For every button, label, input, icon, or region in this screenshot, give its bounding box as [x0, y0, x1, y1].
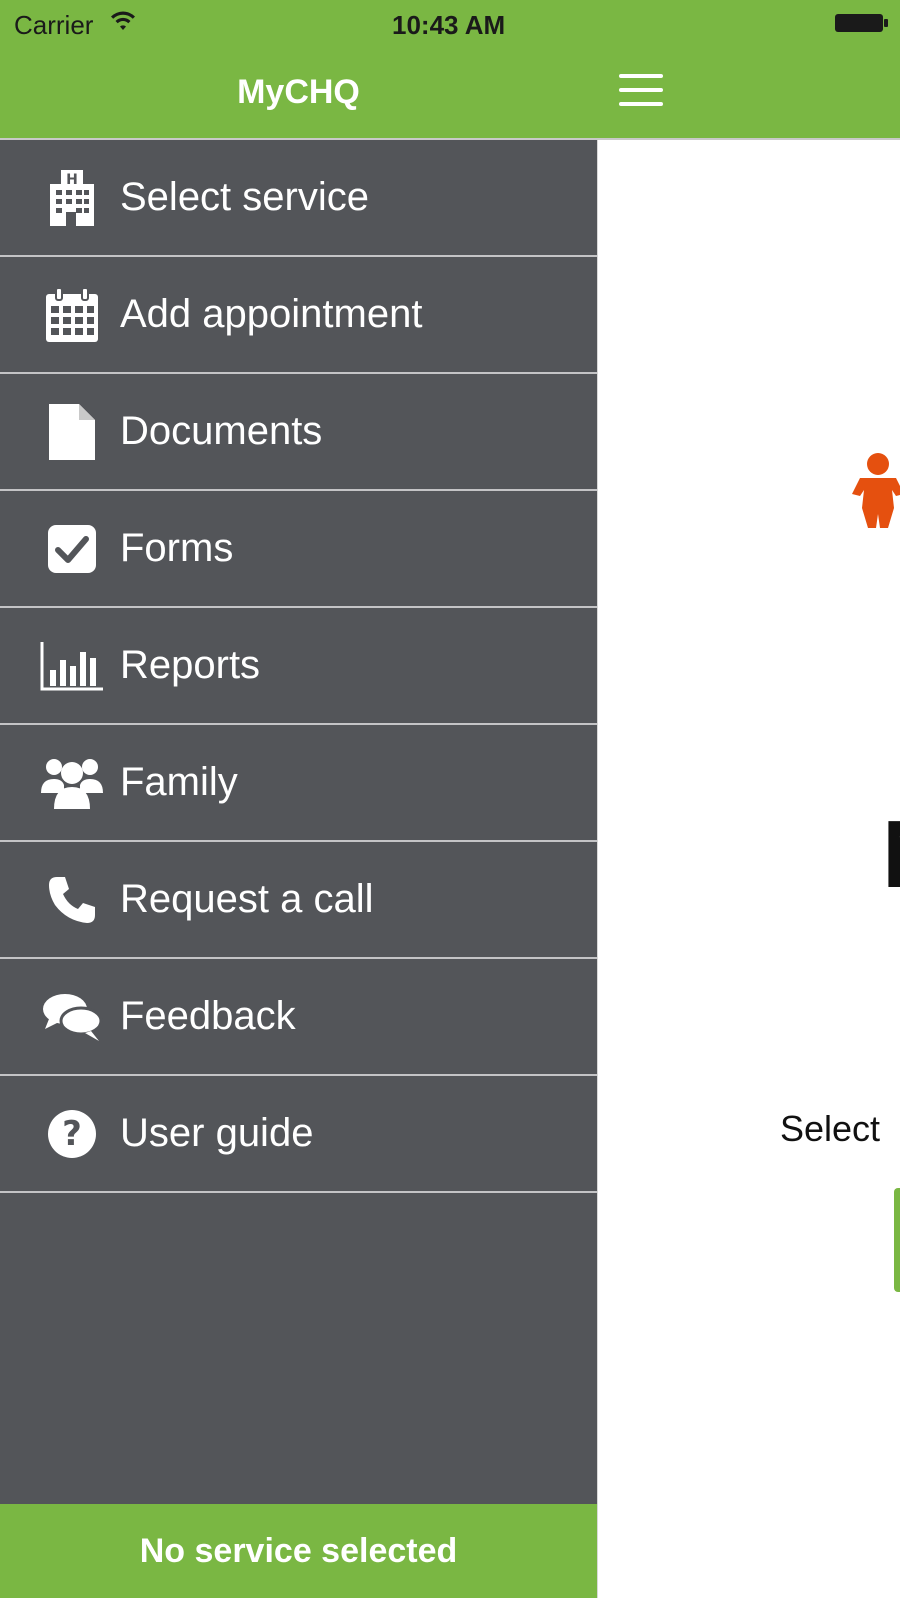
checkbox-icon — [36, 513, 108, 585]
hospital-icon: H — [36, 162, 108, 234]
menu-item-forms[interactable]: Forms — [0, 491, 597, 608]
svg-text:?: ? — [62, 1114, 82, 1154]
battery-icon — [834, 13, 890, 38]
menu-item-label: Request a call — [120, 877, 374, 921]
menu-item-label: Family — [120, 760, 238, 804]
service-status: No service selected — [0, 1504, 597, 1598]
menu-item-label: Documents — [120, 409, 323, 453]
select-service-button[interactable] — [894, 1188, 900, 1292]
menu-item-add-appointment[interactable]: Add appointment — [0, 257, 597, 374]
question-icon: ? — [36, 1098, 108, 1170]
carrier-label: Carrier — [14, 10, 94, 40]
menu-item-reports[interactable]: Reports — [0, 608, 597, 725]
hamburger-menu-icon[interactable] — [619, 74, 663, 110]
menu-item-feedback[interactable]: Feedback — [0, 959, 597, 1076]
phone-icon — [36, 864, 108, 936]
main-header — [597, 46, 900, 140]
menu-item-label: Reports — [120, 643, 261, 687]
wifi-icon — [110, 10, 136, 37]
group-icon — [36, 747, 108, 819]
menu-item-request-call[interactable]: Request a call — [0, 842, 597, 959]
drawer-menu: H Select service Add appointment Documen… — [0, 140, 597, 1193]
select-prompt: Select — [780, 1108, 881, 1149]
menu-item-user-guide[interactable]: ? User guide — [0, 1076, 597, 1193]
document-icon — [36, 396, 108, 468]
menu-item-select-service[interactable]: H Select service — [0, 140, 597, 257]
side-drawer: MyCHQ H Select service Add appointment D… — [0, 0, 598, 1598]
menu-item-label: User guide — [120, 1111, 314, 1155]
menu-item-family[interactable]: Family — [0, 725, 597, 842]
calendar-icon — [36, 279, 108, 351]
main-content: N Select — [598, 140, 900, 1598]
mascot-logo-icon — [848, 450, 900, 535]
menu-item-documents[interactable]: Documents — [0, 374, 597, 491]
chat-bubbles-icon — [36, 981, 108, 1053]
clock: 10:43 AM — [392, 10, 506, 40]
page-heading: N — [882, 800, 900, 910]
menu-item-label: Select service — [120, 175, 369, 219]
bar-chart-icon — [36, 630, 108, 702]
menu-item-label: Feedback — [120, 994, 296, 1038]
menu-item-label: Forms — [120, 526, 234, 570]
status-bar: Carrier 10:43 AM — [0, 0, 900, 46]
menu-item-label: Add appointment — [120, 292, 423, 336]
drawer-title: MyCHQ — [0, 46, 597, 140]
svg-text:H: H — [66, 172, 78, 188]
